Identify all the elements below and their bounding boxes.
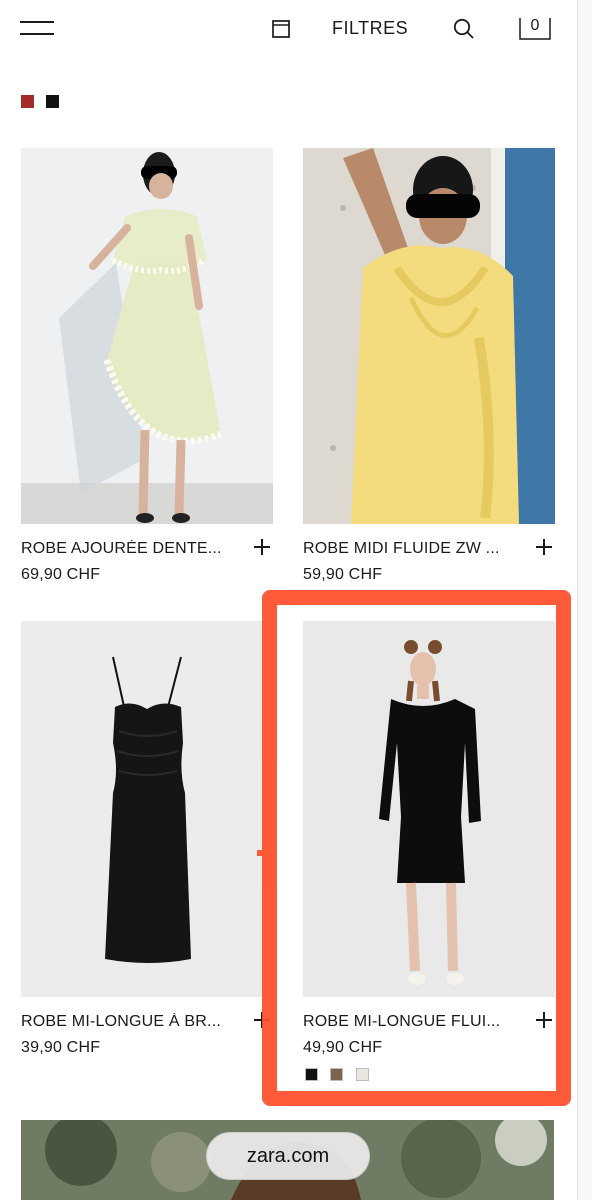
product-price: 59,90 CHF [303, 566, 383, 583]
add-to-cart-icon[interactable] [251, 536, 273, 558]
url-bar[interactable]: zara.com [206, 1132, 370, 1180]
color-filter-bar [21, 95, 67, 113]
menu-icon[interactable] [20, 20, 54, 38]
top-navigation: FILTRES 0 [0, 0, 578, 60]
product-name[interactable]: ROBE MIDI FLUIDE ZW ... [303, 540, 528, 558]
product-image[interactable] [21, 148, 273, 524]
grid-view-icon[interactable] [270, 18, 292, 40]
product-price: 39,90 CHF [21, 1039, 101, 1056]
cart-button[interactable]: 0 [518, 16, 552, 42]
product-name[interactable]: ROBE AJOURÉE DENTE... [21, 540, 246, 558]
product-image[interactable] [303, 148, 555, 524]
product-price: 69,90 CHF [21, 566, 101, 583]
search-icon[interactable] [452, 17, 476, 41]
filters-button[interactable]: FILTRES [332, 18, 408, 39]
highlight-annotation [257, 590, 571, 1106]
product-name[interactable]: ROBE MI-LONGUE À BR... [21, 1013, 246, 1031]
add-to-cart-icon[interactable] [533, 536, 555, 558]
scrollbar[interactable] [577, 0, 592, 1200]
color-filter-black[interactable] [46, 95, 60, 108]
product-image[interactable] [21, 621, 273, 997]
cart-count: 0 [530, 17, 540, 34]
color-filter-red[interactable] [21, 95, 34, 108]
